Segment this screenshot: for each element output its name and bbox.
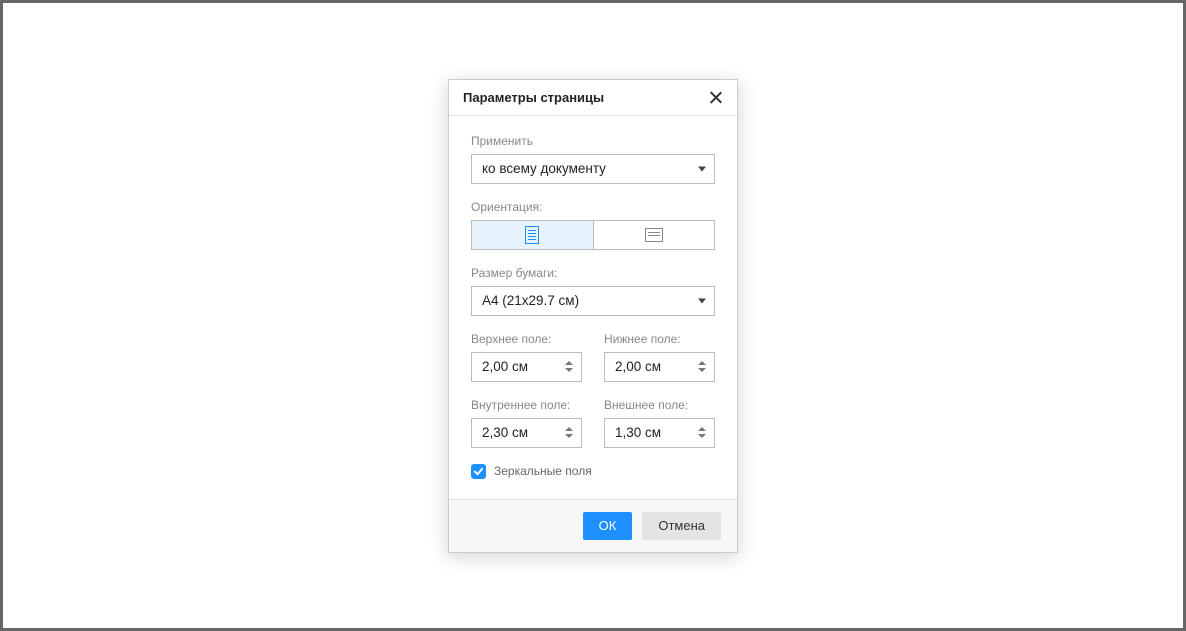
margin-top-value: 2,00 см (482, 359, 528, 374)
chevron-down-icon[interactable] (698, 368, 706, 372)
paper-size-label: Размер бумаги: (471, 266, 715, 280)
ok-button[interactable]: ОК (583, 512, 633, 540)
close-icon[interactable] (709, 90, 723, 104)
orientation-field: Ориентация: (471, 200, 715, 250)
chevron-down-icon[interactable] (565, 368, 573, 372)
margin-outer-value: 1,30 см (615, 425, 661, 440)
margin-inner-input[interactable]: 2,30 см (471, 418, 582, 448)
orientation-label: Ориентация: (471, 200, 715, 214)
margins-row-2: Внутреннее поле: 2,30 см Внешнее поле: 1… (471, 398, 715, 448)
margin-inner-field: Внутреннее поле: 2,30 см (471, 398, 582, 448)
margin-bottom-label: Нижнее поле: (604, 332, 715, 346)
mirror-margins-label: Зеркальные поля (494, 464, 592, 478)
margin-inner-label: Внутреннее поле: (471, 398, 582, 412)
margins-row-1: Верхнее поле: 2,00 см Нижнее поле: 2,00 … (471, 332, 715, 382)
portrait-page-icon (525, 226, 539, 244)
spinner-arrows (565, 422, 575, 444)
dialog-header: Параметры страницы (449, 80, 737, 116)
margin-outer-label: Внешнее поле: (604, 398, 715, 412)
spinner-arrows (698, 356, 708, 378)
apply-field: Применить ко всему документу (471, 134, 715, 184)
chevron-down-icon[interactable] (565, 434, 573, 438)
apply-select[interactable]: ко всему документу (471, 154, 715, 184)
page-setup-dialog: Параметры страницы Применить ко всему до… (448, 79, 738, 553)
margin-bottom-value: 2,00 см (615, 359, 661, 374)
spinner-arrows (698, 422, 708, 444)
chevron-up-icon[interactable] (565, 361, 573, 365)
margin-bottom-input[interactable]: 2,00 см (604, 352, 715, 382)
margin-bottom-field: Нижнее поле: 2,00 см (604, 332, 715, 382)
mirror-margins-checkbox[interactable] (471, 464, 486, 479)
dialog-footer: ОК Отмена (449, 499, 737, 552)
orientation-landscape-button[interactable] (593, 221, 715, 249)
chevron-up-icon[interactable] (698, 361, 706, 365)
apply-value: ко всему документу (482, 161, 606, 176)
chevron-down-icon[interactable] (698, 434, 706, 438)
chevron-down-icon (698, 166, 706, 171)
margin-top-input[interactable]: 2,00 см (471, 352, 582, 382)
check-icon (473, 466, 484, 477)
orientation-toggle (471, 220, 715, 250)
margin-inner-value: 2,30 см (482, 425, 528, 440)
paper-size-value: A4 (21x29.7 см) (482, 293, 579, 308)
margin-outer-input[interactable]: 1,30 см (604, 418, 715, 448)
paper-size-field: Размер бумаги: A4 (21x29.7 см) (471, 266, 715, 316)
orientation-portrait-button[interactable] (472, 221, 593, 249)
margin-top-label: Верхнее поле: (471, 332, 582, 346)
margin-top-field: Верхнее поле: 2,00 см (471, 332, 582, 382)
mirror-margins-row: Зеркальные поля (471, 464, 715, 479)
chevron-up-icon[interactable] (698, 427, 706, 431)
spinner-arrows (565, 356, 575, 378)
margin-outer-field: Внешнее поле: 1,30 см (604, 398, 715, 448)
dialog-title: Параметры страницы (463, 90, 604, 105)
dialog-body: Применить ко всему документу Ориентация:… (449, 116, 737, 499)
chevron-up-icon[interactable] (565, 427, 573, 431)
cancel-button[interactable]: Отмена (642, 512, 721, 540)
chevron-down-icon (698, 298, 706, 303)
paper-size-select[interactable]: A4 (21x29.7 см) (471, 286, 715, 316)
landscape-page-icon (645, 228, 663, 242)
apply-label: Применить (471, 134, 715, 148)
